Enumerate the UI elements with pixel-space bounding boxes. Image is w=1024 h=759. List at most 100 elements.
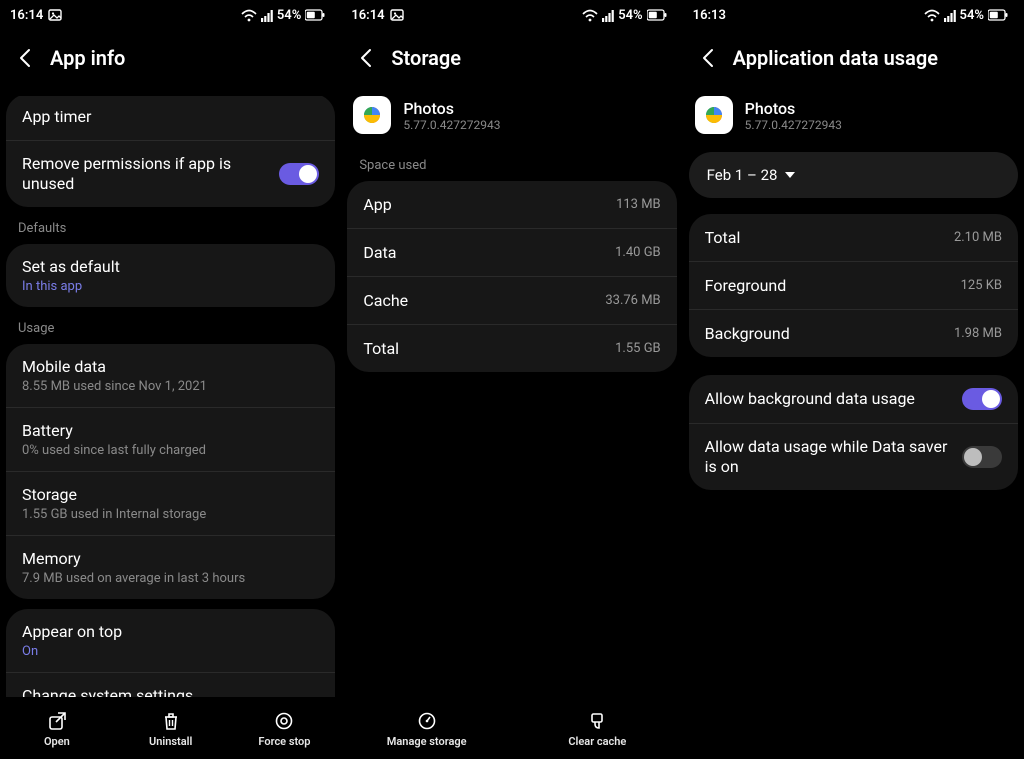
manage-storage-button[interactable]: Manage storage [341,699,512,759]
signal-icon [944,9,956,22]
allow-data-saver-toggle[interactable] [962,446,1002,468]
appear-on-top-label: Appear on top [22,622,319,642]
back-icon[interactable] [697,47,719,69]
memory-label: Memory [22,549,319,569]
kv-row: Foreground125 KB [689,261,1018,309]
page-title: App info [50,46,125,70]
kv-row: Background1.98 MB [689,309,1018,357]
kv-key: App [363,195,391,214]
defaults-header: Defaults [0,207,341,244]
usage-header: Usage [0,307,341,344]
page-title: Application data usage [733,46,938,70]
back-icon[interactable] [14,47,36,69]
battery-icon [305,9,325,21]
open-label: Open [44,735,70,748]
force-stop-button[interactable]: Force stop [228,699,342,759]
kv-value: 125 KB [961,278,1002,293]
space-used-header: Space used [341,152,682,181]
kv-row: Cache33.76 MB [347,276,676,324]
picture-icon [390,8,404,22]
force-stop-label: Force stop [258,735,310,748]
battery-label: Battery [22,421,319,441]
kv-key: Total [705,228,741,247]
app-timer-row[interactable]: App timer [6,96,335,140]
memory-sub: 7.9 MB used on average in last 3 hours [22,571,319,586]
trash-icon [161,711,181,731]
remove-permissions-toggle[interactable] [279,163,319,185]
manage-storage-label: Manage storage [387,735,467,748]
status-bar: 16:14 54% [341,0,682,30]
bottom-bar-middle: Manage storage Clear cache [341,699,682,759]
set-as-default-label: Set as default [22,257,319,277]
status-battery-pct: 54% [960,8,984,23]
screen-storage: 16:14 54% Storage Photos 5.77.0.42727294… [341,0,682,759]
mobile-data-row[interactable]: Mobile data 8.55 MB used since Nov 1, 20… [6,344,335,407]
kv-row: Data1.40 GB [347,228,676,276]
kv-key: Total [363,339,399,358]
allow-background-label: Allow background data usage [705,389,950,409]
allow-data-saver-row[interactable]: Allow data usage while Data saver is on [689,423,1018,490]
kv-row: Total 2.10 MB [689,214,1018,261]
memory-row[interactable]: Memory 7.9 MB used on average in last 3 … [6,535,335,599]
date-range-selector[interactable]: Feb 1 – 28 [689,152,1018,198]
page-header: Storage [341,30,682,90]
mobile-data-sub: 8.55 MB used since Nov 1, 2021 [22,379,319,394]
page-header: Application data usage [683,30,1024,90]
change-system-settings-row[interactable]: Change system settings Allowed [6,672,335,697]
change-system-settings-label: Change system settings [22,686,319,697]
status-time: 16:13 [693,8,726,23]
allow-background-toggle[interactable] [962,388,1002,410]
signal-icon [261,9,273,22]
space-used-card: App113 MBData1.40 GBCache33.76 MB Total 1.… [347,181,676,372]
battery-sub: 0% used since last fully charged [22,443,319,458]
app-version: 5.77.0.427272943 [745,118,842,132]
appear-on-top-row[interactable]: Appear on top On [6,609,335,672]
app-version: 5.77.0.427272943 [403,118,500,132]
battery-icon [647,9,667,21]
status-bar: 16:14 54% [0,0,341,30]
photos-app-icon [353,96,391,134]
kv-value: 1.98 MB [954,326,1002,341]
kv-key: Data [363,243,396,262]
kv-value: 1.55 GB [615,341,661,356]
back-icon[interactable] [355,47,377,69]
clear-cache-label: Clear cache [568,735,626,748]
mobile-data-label: Mobile data [22,357,319,377]
bottom-bar-left: Open Uninstall Force stop [0,699,341,759]
clear-cache-button[interactable]: Clear cache [512,699,683,759]
uninstall-button[interactable]: Uninstall [114,699,228,759]
allow-background-row[interactable]: Allow background data usage [689,375,1018,423]
kv-value: 2.10 MB [954,230,1002,245]
picture-icon [48,8,62,22]
open-button[interactable]: Open [0,699,114,759]
app-header: Photos 5.77.0.427272943 [341,90,682,152]
remove-permissions-row[interactable]: Remove permissions if app is unused [6,140,335,207]
app-timer-label: App timer [22,107,319,127]
storage-row[interactable]: Storage 1.55 GB used in Internal storage [6,471,335,535]
screen-app-info: 16:14 54% App info App timer Remove perm… [0,0,341,759]
brush-icon [587,711,607,731]
status-time: 16:14 [351,8,384,23]
wifi-icon [924,9,940,22]
wifi-icon [241,9,257,22]
page-header: App info [0,30,341,90]
gauge-icon [417,711,437,731]
status-bar: 16:13 54% [683,0,1024,30]
kv-row: App113 MB [347,181,676,228]
app-name: Photos [403,99,500,118]
photos-app-icon [695,96,733,134]
set-as-default-sub: In this app [22,279,319,294]
status-battery-pct: 54% [618,8,642,23]
app-header: Photos 5.77.0.427272943 [683,90,1024,152]
wifi-icon [582,9,598,22]
status-time: 16:14 [10,8,43,23]
open-icon [47,711,67,731]
kv-key: Cache [363,291,408,310]
battery-row[interactable]: Battery 0% used since last fully charged [6,407,335,471]
set-as-default-row[interactable]: Set as default In this app [6,244,335,307]
kv-row: Total 1.55 GB [347,324,676,372]
screen-data-usage: 16:13 54% Application data usage Photos … [683,0,1024,759]
chevron-down-icon [785,172,795,178]
force-stop-icon [274,711,294,731]
date-range-label: Feb 1 – 28 [707,166,778,184]
